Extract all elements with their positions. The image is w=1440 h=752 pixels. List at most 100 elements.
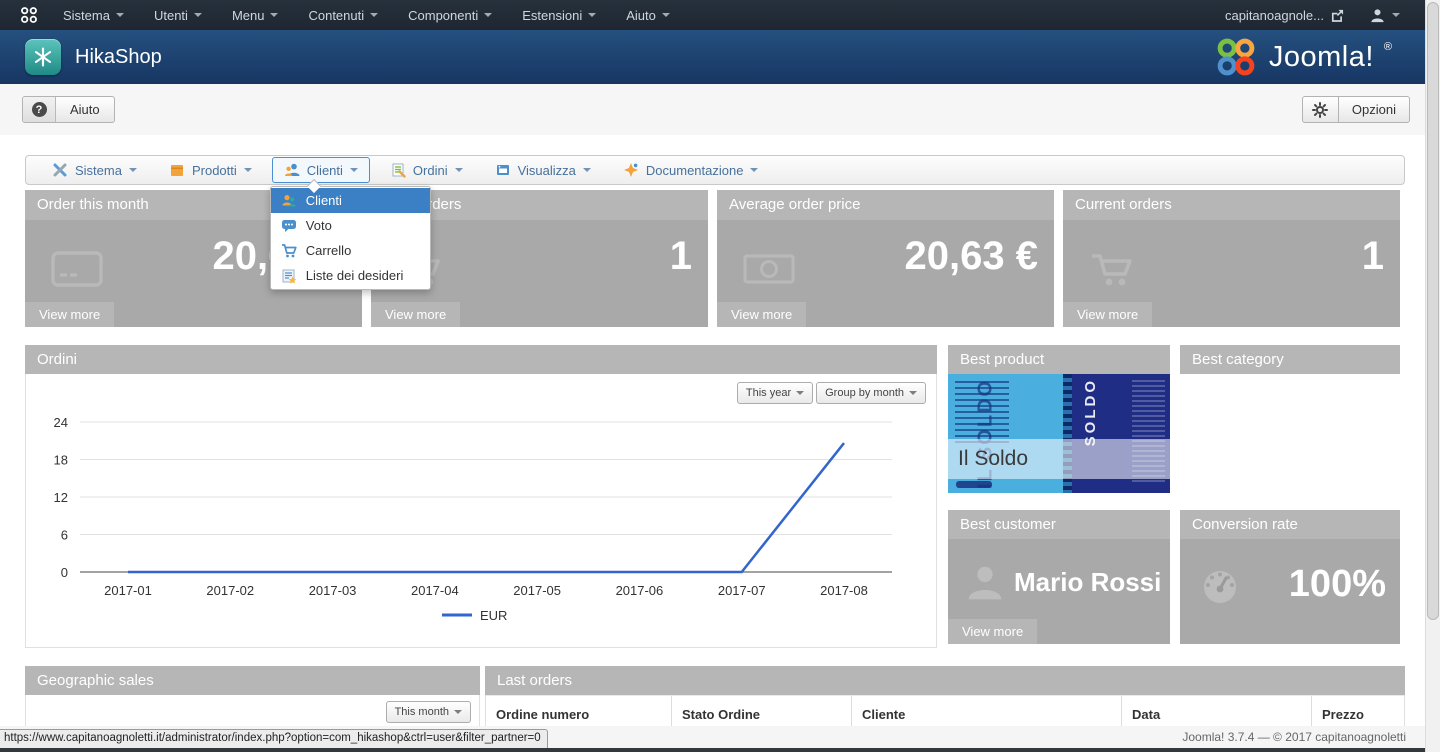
panel-title: Best product [948,345,1170,374]
best-customer-name: Mario Rossi [1014,567,1161,598]
admin-menu-aiuto[interactable]: Aiuto [611,0,685,30]
user-menu[interactable] [1370,8,1400,23]
product-name-overlay: Il Soldo [948,439,1170,478]
shop-menu-clienti[interactable]: Clienti [272,157,370,183]
registered-mark: ® [1384,41,1392,53]
column-header-data: Data [1121,696,1311,727]
view-more-button[interactable]: View more [717,302,806,327]
column-header-ordine-numero: Ordine numero [486,696,671,727]
joomla-mini-icon [20,6,38,24]
chevron-down-icon [350,168,358,172]
column-header-stato-ordine: Stato Ordine [671,696,851,727]
chevron-down-icon [796,391,804,395]
help-label: Aiuto [56,102,114,117]
view-more-button[interactable]: View more [1063,302,1152,327]
chevron-down-icon [244,168,252,172]
panel-title: Ordini [25,345,937,374]
admin-menu-menu[interactable]: Menu [217,0,294,30]
cart-icon [1089,250,1139,297]
menu-label: Contenuti [308,8,364,23]
help-icon-segment: ? [23,97,56,122]
menu-label: Prodotti [192,163,237,178]
card-title: Average order price [717,190,1054,220]
menu-label: Menu [232,8,265,23]
dropdown-label: Liste dei desideri [306,268,404,283]
browser-status-url: https://www.capitanoagnoletti.it/adminis… [0,729,548,748]
view-more-button[interactable]: View more [948,619,1037,644]
orders-panel: Ordini This year Group by month 06121824… [25,345,937,648]
orders-panel-body: This year Group by month 061218242017-01… [25,374,937,648]
vertical-scrollbar[interactable] [1425,0,1440,752]
chevron-down-icon [455,168,463,172]
admin-menu-contenuti[interactable]: Contenuti [293,0,393,30]
tools-icon [52,162,68,178]
panel-title: Conversion rate [1180,510,1400,539]
card-title: Current orders [1063,190,1400,220]
dropdown-item-clienti[interactable]: Clienti [271,188,430,213]
site-preview-link[interactable]: capitanoagnole... [1225,8,1344,23]
best-customer-panel: Best customer Mario Rossi View more [948,510,1170,644]
chevron-down-icon [194,13,202,17]
product-cover-image: IL SOLDO SOLDO Il Soldo [948,374,1170,493]
menu-label: Componenti [408,8,478,23]
panel-title: Best category [1180,345,1400,374]
credit-card-icon [51,250,103,293]
cart-icon [281,243,297,259]
shop-menu-documentazione[interactable]: Documentazione [611,157,771,183]
dropdown-item-voto[interactable]: Voto [271,213,430,238]
dropdown-label: Clienti [306,193,342,208]
svg-text:2017-05: 2017-05 [513,583,561,598]
month-select-button[interactable]: This month [386,701,471,723]
card-value: 20,63 € [905,234,1038,279]
shop-menu-prodotti[interactable]: Prodotti [157,157,264,183]
admin-menu-estensioni[interactable]: Estensioni [507,0,611,30]
chevron-down-icon [588,13,596,17]
external-link-icon [1331,9,1344,22]
admin-menu-componenti[interactable]: Componenti [393,0,507,30]
customers-icon [284,162,300,178]
svg-text:2017-06: 2017-06 [616,583,664,598]
chevron-down-icon [129,168,137,172]
joomla-brand: Joomla! ® [1213,34,1392,80]
options-button[interactable]: Opzioni [1338,96,1410,123]
svg-text:0: 0 [61,565,68,580]
card-value: 1 [670,234,692,279]
docs-sparkle-icon [623,162,639,178]
joomla-wordmark: Joomla! [1269,41,1374,74]
month-label: This month [395,706,449,718]
chevron-down-icon [484,13,492,17]
best-customer-body: Mario Rossi View more [948,539,1170,644]
best-product-panel: Best product IL SOLDO SOLDO Il Soldo [948,345,1170,493]
chevron-down-icon [116,13,124,17]
conversion-value: 100% [1289,563,1386,606]
svg-text:24: 24 [54,415,68,430]
cover-vertical-title: SOLDO [1082,378,1099,446]
svg-text:12: 12 [54,490,68,505]
shop-menu-ordini[interactable]: Ordini [378,157,475,183]
product-box-icon [169,162,185,178]
admin-menu-sistema[interactable]: Sistema [48,0,139,30]
question-icon: ? [32,102,47,117]
chevron-down-icon [454,710,462,714]
clienti-dropdown-menu: Clienti Voto Carrello Liste dei desideri [270,186,431,290]
dropdown-item-carrello[interactable]: Carrello [271,238,430,263]
gear-icon [1312,102,1328,118]
view-more-button[interactable]: View more [25,302,114,327]
customers-icon [281,193,297,209]
component-header: HikaShop Joomla! ® [0,30,1440,84]
view-more-button[interactable]: View more [371,302,460,327]
admin-topbar: Sistema Utenti Menu Contenuti Componenti… [0,0,1440,30]
user-icon [1370,8,1385,23]
wishlist-icon [281,268,297,284]
menu-label: Sistema [75,163,122,178]
menu-label: Estensioni [522,8,582,23]
menu-label: Aiuto [626,8,656,23]
shop-menu-sistema[interactable]: Sistema [40,157,149,183]
admin-menu-utenti[interactable]: Utenti [139,0,217,30]
scrollbar-thumb[interactable] [1427,2,1439,620]
shop-menu-visualizza[interactable]: Visualizza [483,157,603,183]
dropdown-label: Voto [306,218,332,233]
dropdown-item-liste-dei-desideri[interactable]: Liste dei desideri [271,263,430,288]
help-button[interactable]: ? Aiuto [22,96,115,123]
settings-gear-button[interactable] [1302,96,1338,123]
